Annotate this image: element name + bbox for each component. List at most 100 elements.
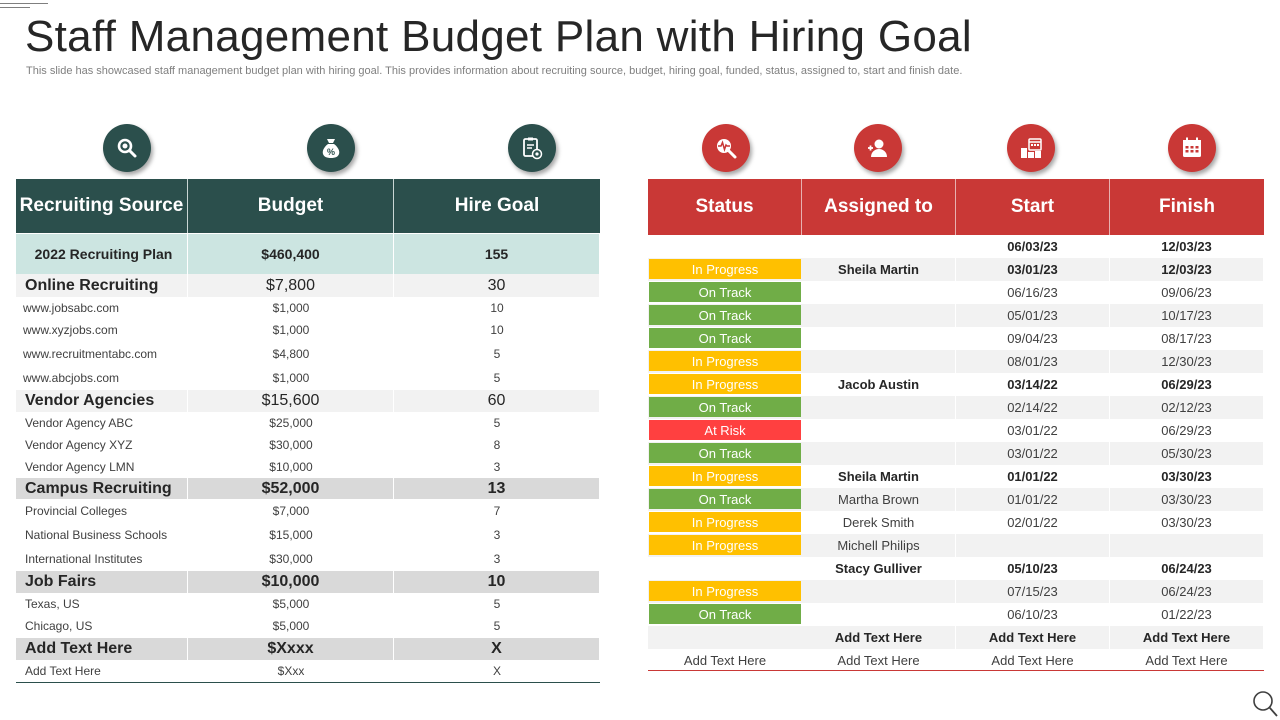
source-cell: Job Fairs	[16, 571, 188, 593]
assigned-to-cell: Martha Brown	[802, 488, 956, 511]
budget-cell: $1,000	[272, 323, 310, 337]
budget-cell: $7,800	[188, 274, 394, 297]
start-date-cell: 06/16/23	[956, 281, 1110, 304]
header-finish: Finish	[1159, 196, 1215, 217]
header-assigned-to: Assigned to	[802, 179, 956, 235]
status-cell: On Track	[648, 488, 802, 511]
status-cell: In Progress	[648, 465, 802, 488]
budget-cell: $Xxxx	[188, 638, 394, 660]
assigned-to-cell	[802, 235, 956, 258]
hire-goal-cell: 5	[493, 346, 501, 361]
budget-row: www.abcjobs.com $1,000 5	[16, 366, 600, 390]
hire-goal-cell: 10	[490, 323, 504, 337]
start-date-cell: Add Text Here	[956, 626, 1110, 649]
status-badge: In Progress	[649, 259, 801, 279]
status-cell: On Track	[648, 396, 802, 419]
budget-row: Provincial Colleges $7,000 7	[16, 499, 600, 523]
status-badge: In Progress	[649, 535, 801, 555]
finish-date-cell: 06/29/23	[1110, 419, 1264, 442]
budget-cell: $1,000	[272, 371, 310, 385]
assigned-to-cell	[802, 603, 956, 626]
assigned-to-cell	[802, 304, 956, 327]
finish-date-cell: 01/22/23	[1110, 603, 1264, 626]
source-cell: National Business Schools	[25, 528, 168, 542]
zoom-search-icon[interactable]	[1252, 690, 1278, 718]
budget-row: Vendor Agency XYZ $30,000 8	[16, 434, 600, 456]
status-row: On Track 06/16/23 09/06/23	[648, 281, 1264, 304]
right-table-bottom-rule	[648, 670, 1264, 671]
budget-cell: $10,000	[269, 460, 313, 474]
status-badge: On Track	[649, 305, 801, 325]
assigned-to-cell	[802, 327, 956, 350]
source-cell: www.recruitmentabc.com	[23, 346, 158, 361]
finish-date-cell: 03/30/23	[1110, 488, 1264, 511]
source-cell: Add Text Here	[16, 638, 188, 660]
start-date-cell: 03/14/22	[956, 373, 1110, 396]
calendar-icon	[1168, 124, 1216, 172]
start-date-cell: Add Text Here	[956, 649, 1110, 672]
assigned-to-cell: Michell Philips	[802, 534, 956, 557]
status-cell: At Risk	[648, 419, 802, 442]
budget-row: Job Fairs $10,000 10	[16, 571, 600, 593]
status-badge: On Track	[649, 282, 801, 302]
status-cell: On Track	[648, 327, 802, 350]
start-date-cell: 03/01/22	[956, 442, 1110, 465]
start-date-cell: 01/01/22	[956, 465, 1110, 488]
status-cell: In Progress	[648, 580, 802, 603]
header-budget: Budget	[188, 179, 394, 233]
assigned-to-cell: Stacy Gulliver	[802, 557, 956, 580]
status-cell: In Progress	[648, 373, 802, 396]
money-bag-icon: %	[307, 124, 355, 172]
status-cell	[648, 626, 802, 649]
status-row: In Progress 07/15/23 06/24/23	[648, 580, 1264, 603]
clipboard-target-icon	[508, 124, 556, 172]
assigned-to-cell: Derek Smith	[802, 511, 956, 534]
finish-date-cell: 02/12/23	[1110, 396, 1264, 419]
finish-date-cell: 08/17/23	[1110, 327, 1264, 350]
finish-date-cell: 06/24/23	[1110, 580, 1264, 603]
source-cell: www.xyzjobs.com	[23, 323, 118, 337]
budget-row: www.recruitmentabc.com $4,800 5	[16, 341, 600, 366]
assigned-to-cell: Add Text Here	[802, 649, 956, 672]
status-cell	[648, 235, 802, 258]
hire-goal-cell: 3	[493, 552, 501, 566]
budget-cell: $5,000	[272, 597, 310, 611]
budget-row: Vendor Agency LMN $10,000 3	[16, 456, 600, 478]
source-cell: Chicago, US	[25, 619, 93, 633]
hire-goal-cell: 30	[394, 274, 600, 297]
start-date-cell: 03/01/23	[956, 258, 1110, 281]
status-badge: In Progress	[649, 351, 801, 371]
start-date-cell: 01/01/22	[956, 488, 1110, 511]
status-badge: On Track	[649, 604, 801, 624]
start-date-cell: 02/14/22	[956, 396, 1110, 419]
source-cell: www.abcjobs.com	[23, 371, 120, 385]
start-date-cell: 02/01/22	[956, 511, 1110, 534]
budget-row: Add Text Here $Xxx X	[16, 660, 600, 682]
start-date-cell: 07/15/23	[956, 580, 1110, 603]
start-date-cell: 05/01/23	[956, 304, 1110, 327]
status-row: On Track 03/01/22 05/30/23	[648, 442, 1264, 465]
status-row: Add Text Here Add Text Here Add Text Here	[648, 626, 1264, 649]
assigned-to-cell: Sheila Martin	[802, 465, 956, 488]
hire-goal-cell: 5	[493, 597, 501, 611]
finish-date-cell: 06/24/23	[1110, 557, 1264, 580]
finish-date-cell: 10/17/23	[1110, 304, 1264, 327]
user-add-icon	[854, 124, 902, 172]
status-badge: At Risk	[649, 420, 801, 440]
status-row: In Progress Derek Smith 02/01/22 03/30/23	[648, 511, 1264, 534]
status-cell: In Progress	[648, 534, 802, 557]
status-badge: On Track	[649, 397, 801, 417]
source-cell: Add Text Here	[25, 664, 101, 678]
finish-date-cell: 03/30/23	[1110, 465, 1264, 488]
status-row: In Progress Michell Philips	[648, 534, 1264, 557]
finish-date-cell: 12/03/23	[1110, 235, 1264, 258]
hire-goal-cell: 10	[394, 571, 600, 593]
left-table-bottom-rule	[16, 682, 600, 683]
source-cell: Texas, US	[25, 597, 80, 611]
source-cell: Vendor Agencies	[16, 390, 188, 412]
budget-row: Texas, US $5,000 5	[16, 593, 600, 615]
budget-cell: $4,800	[272, 346, 310, 361]
hire-goal-cell: 60	[394, 390, 600, 412]
header-status: Status	[648, 179, 802, 235]
corner-decoration	[0, 0, 50, 10]
